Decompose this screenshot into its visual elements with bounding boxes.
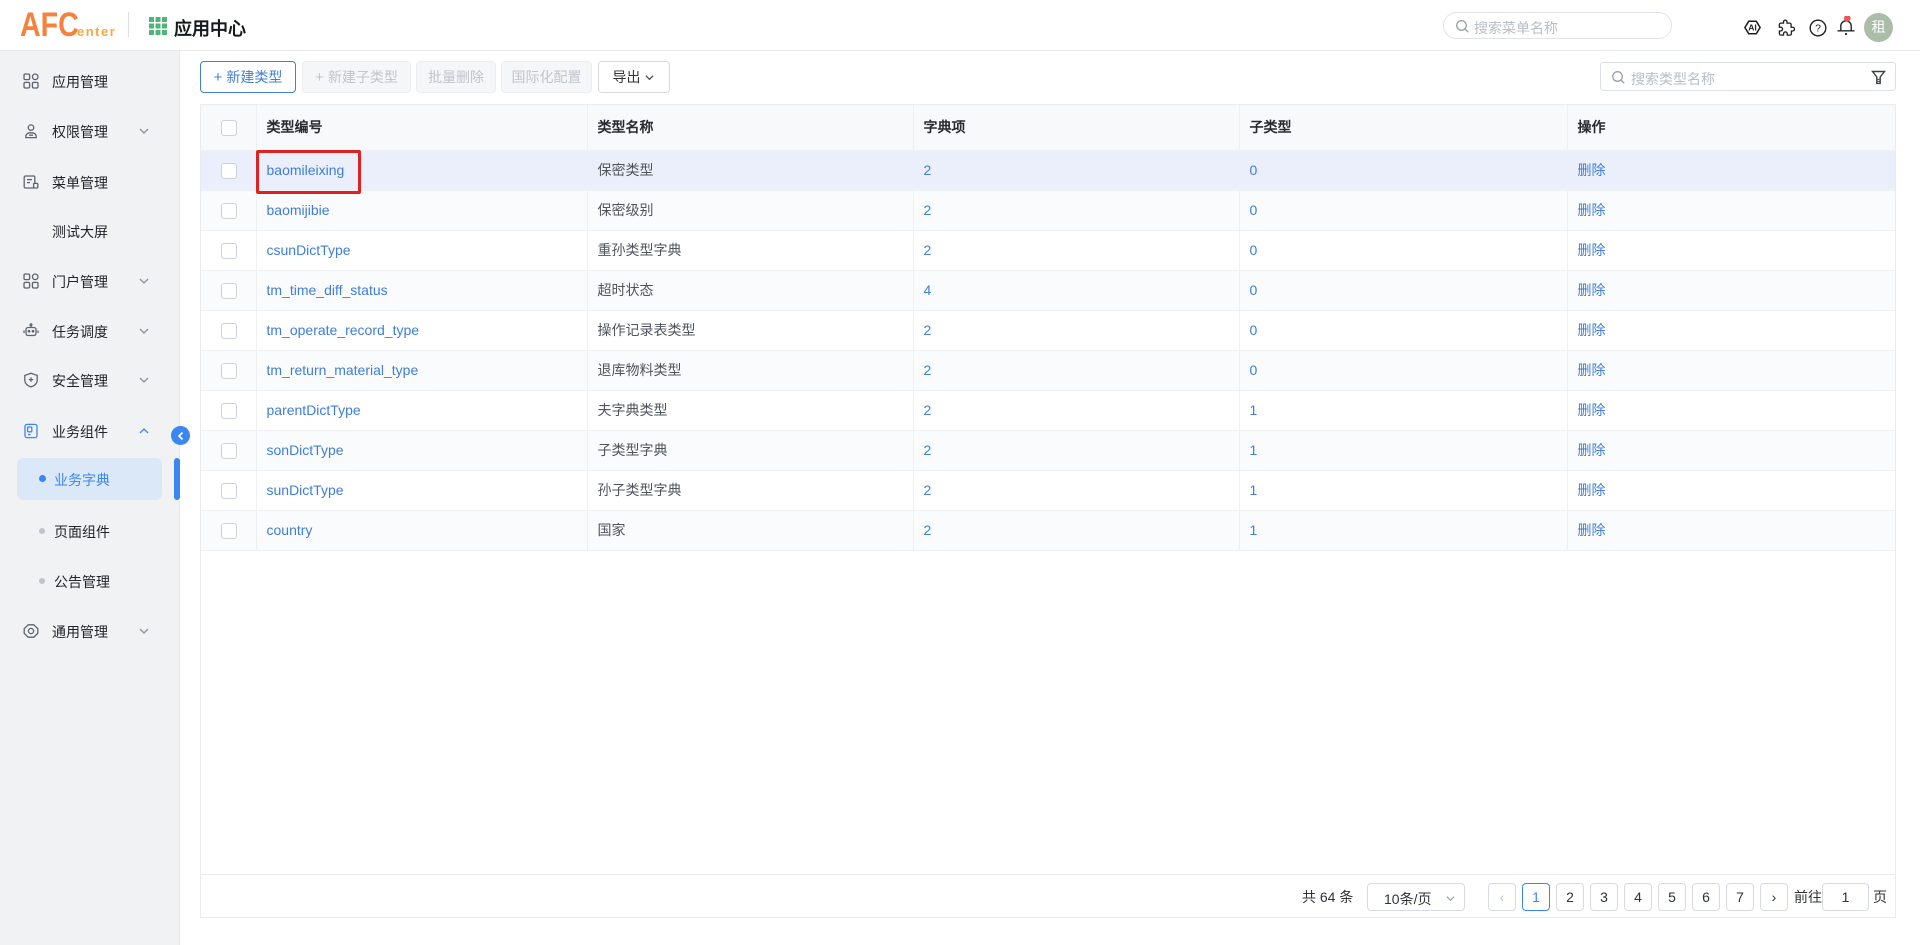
svg-text:AI: AI <box>1748 23 1757 33</box>
svg-text:?: ? <box>1815 22 1821 34</box>
